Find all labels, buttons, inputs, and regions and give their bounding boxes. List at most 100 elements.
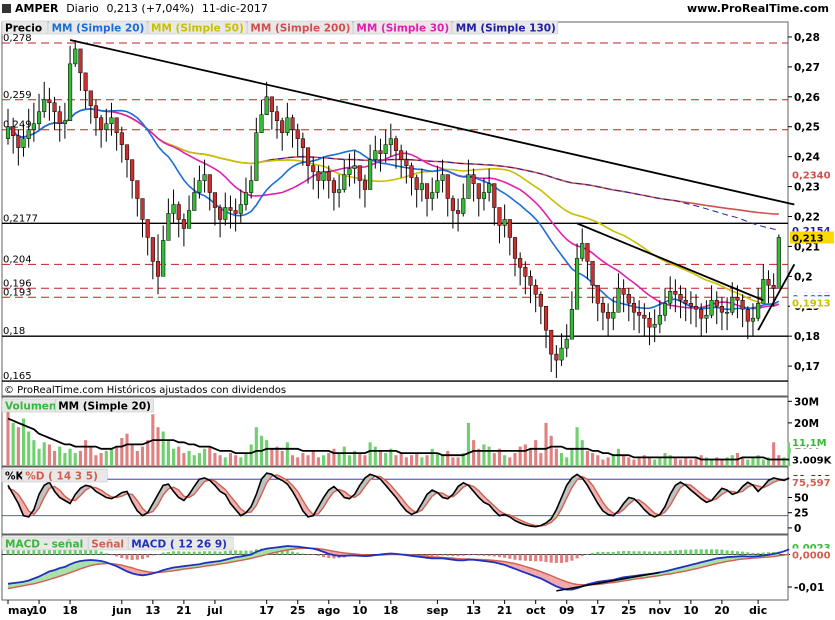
candle-body-106 [554, 353, 559, 361]
candle-body-40 [212, 192, 217, 208]
candle-body-111 [580, 243, 585, 259]
candle-body-79 [414, 177, 419, 190]
candle-body-76 [399, 150, 404, 160]
macd-histogram-bar-55 [290, 551, 295, 555]
macd-histogram-bar-38 [203, 551, 207, 555]
volume-bar-9 [53, 450, 57, 466]
volume-bar-44 [234, 455, 238, 466]
volume-bar-96 [503, 455, 507, 466]
volume-bar-114 [596, 455, 600, 466]
volume-bar-14 [78, 450, 82, 466]
macd-histogram-bar-56 [296, 552, 300, 555]
candle-body-31 [166, 213, 171, 241]
price-tag-5: 0,1913 [792, 298, 831, 309]
volume-bar-16 [89, 446, 93, 466]
candle-body-149 [776, 237, 781, 289]
volume-bar-126 [658, 457, 662, 466]
candle-body-21 [114, 117, 119, 133]
candle-body-16 [88, 90, 93, 107]
stochastic-y-label-2: 50 [794, 492, 809, 504]
x-label-2: 18 [62, 604, 77, 617]
volume-bar-93 [487, 446, 491, 466]
volume-bar-22 [120, 437, 124, 466]
candle-body-34 [181, 219, 186, 229]
candle-body-144 [750, 317, 756, 322]
volume-bar-24 [130, 444, 134, 466]
macd-histogram-bar-139 [725, 550, 729, 555]
volume-bar-40 [213, 453, 217, 466]
x-label-1: 10 [31, 604, 47, 617]
candle-body-102 [533, 285, 538, 295]
volume-bar-110 [575, 427, 579, 466]
macd-histogram-bar-27 [146, 554, 150, 558]
volume-bar-98 [513, 453, 517, 466]
candle-body-12 [68, 63, 73, 121]
volume-bar-19 [104, 450, 108, 466]
candle-body-41 [218, 207, 223, 220]
candle-body-137 [714, 300, 719, 307]
candle-body-52 [274, 111, 280, 121]
volume-bar-69 [363, 455, 367, 466]
volume-bar-111 [580, 440, 584, 466]
candle-body-11 [62, 120, 67, 124]
candle-body-142 [740, 300, 745, 310]
candle-body-95 [497, 207, 502, 226]
candle-body-82 [430, 192, 435, 199]
volume-bar-45 [239, 457, 243, 466]
stochastic-y-label-0: 0 [794, 523, 801, 535]
x-label-4: 13 [145, 604, 160, 617]
volume-bar-50 [265, 440, 269, 466]
candle-body-59 [311, 165, 316, 172]
macd-histogram-bar-144 [751, 552, 755, 555]
price-tag-2: 0,213 [792, 233, 824, 244]
volume-bar-53 [280, 450, 284, 466]
macd-histogram-bar-110 [575, 554, 579, 559]
candle-body-48 [254, 132, 259, 181]
macd-histogram-bar-125 [653, 551, 657, 555]
candle-body-24 [130, 159, 135, 181]
volume-bar-54 [285, 442, 289, 466]
macd-histogram-bar-91 [477, 554, 481, 556]
volume-bar-127 [663, 453, 667, 466]
candle-body-108 [564, 338, 569, 349]
volume-bar-103 [539, 453, 543, 466]
candle-body-44 [233, 210, 238, 214]
candle-body-64 [337, 189, 342, 193]
candle-body-55 [290, 117, 295, 130]
macd-histogram-bar-31 [166, 551, 170, 555]
macd-histogram-bar-37 [197, 551, 201, 555]
volume-bar-97 [508, 457, 512, 466]
macd-histogram-bar-89 [466, 554, 470, 556]
candle-body-101 [528, 276, 533, 286]
volume-bar-124 [647, 457, 652, 466]
macd-histogram-bar-98 [513, 554, 517, 560]
candle-body-128 [668, 291, 673, 304]
macd-histogram-bar-123 [642, 551, 646, 555]
macd-histogram-bar-128 [668, 550, 672, 555]
candle-body-67 [352, 165, 357, 169]
candle-body-58 [305, 147, 311, 166]
price-level-label-1: 0,259 [3, 90, 32, 101]
x-label-16: 09 [559, 604, 574, 617]
macd-histogram-bar-61 [322, 554, 326, 558]
x-label-6: jul [206, 604, 222, 617]
candle-body-145 [756, 302, 761, 319]
macd-histogram-bar-117 [611, 551, 615, 555]
candle-body-80 [419, 183, 424, 190]
candle-body-1 [11, 126, 16, 136]
volume-bar-36 [192, 455, 196, 466]
volume-bar-116 [606, 457, 610, 466]
volume-bar-87 [456, 457, 460, 466]
candle-body-86 [450, 198, 455, 211]
volume-bar-6 [37, 448, 41, 466]
volume-bar-89 [466, 422, 470, 466]
candle-body-134 [699, 308, 704, 319]
volume-bar-17 [94, 455, 98, 466]
price-legend-0: Precio [5, 23, 42, 35]
candle-body-5 [31, 123, 36, 130]
candle-body-133 [693, 305, 699, 310]
macd-histogram-bar-97 [508, 554, 512, 559]
macd-histogram-bar-100 [523, 554, 527, 561]
candle-body-90 [471, 174, 476, 184]
volume-bar-102 [534, 440, 538, 466]
